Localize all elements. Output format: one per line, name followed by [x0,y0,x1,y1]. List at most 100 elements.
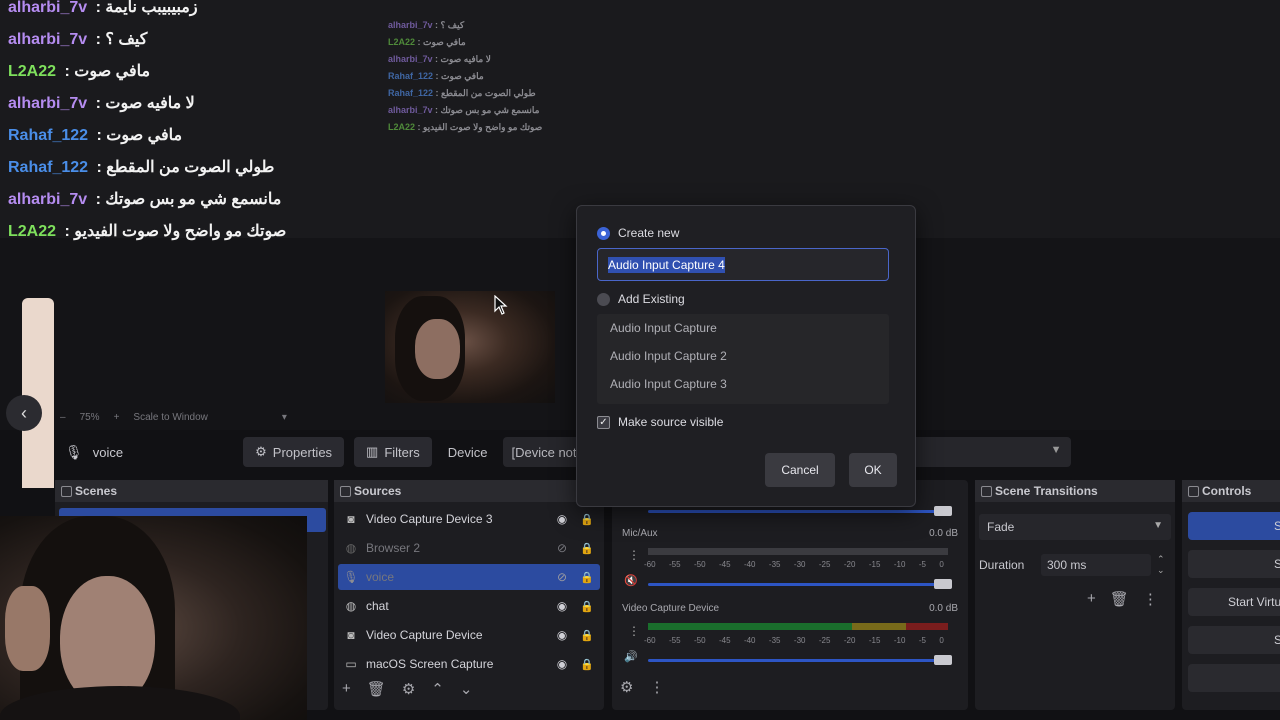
chevron-down-icon[interactable]: ▾ [282,412,287,423]
source-item[interactable]: 🎙 voice ⊘ 🔒 [338,564,600,590]
volume-slider[interactable] [648,655,952,665]
add-existing-option[interactable]: Add Existing [597,290,685,308]
zoom-out-button[interactable]: – [60,412,66,423]
lock-icon[interactable]: 🔒 [580,542,594,555]
meter-scale: -60 -55 -50 -45 -40 -35 -30 -25 -20 -15 -10 -5 0 [644,560,944,569]
mirrored-chat-line: Rahaf_122 : طولي الصوت من المقطع [388,88,536,98]
gear-icon[interactable]: ⚙ [620,678,633,698]
gear-icon: ⚙ [255,444,267,459]
speaker-muted-icon[interactable]: 🔇 [624,574,638,587]
start-recording-button[interactable]: Start Recording [1188,550,1280,578]
trash-icon[interactable]: 🗑 [1110,590,1129,608]
speaker-icon[interactable]: 🔊 [624,650,638,663]
controls-dock: Controls Start Streaming Start Recording… [1182,480,1280,710]
kebab-menu-icon[interactable]: ⋮ [628,548,640,562]
slider-knob[interactable] [934,506,952,516]
chat-overlay: alharbi_7v : زمبيبيبب نايمة alharbi_7v :… [8,0,388,248]
lock-icon[interactable]: 🔒 [580,629,594,642]
chevron-down-icon[interactable]: ⌄ [460,680,473,700]
level-meter [648,548,948,555]
chat-line: L2A22 : صوتك مو واضح ولا صوت الفيديو [8,223,287,240]
mirrored-chat-line [388,0,588,17]
obs-window: alharbi_7v : كيف ؟ L2A22 : مافي صوت alha… [0,0,1280,720]
webcam-overlay [0,516,307,720]
source-item[interactable]: ◍ Browser 2 ⊘ 🔒 [338,535,600,561]
add-icon[interactable]: + [1087,590,1096,608]
duration-row: Duration 300 ms ⌃ ⌄ [979,554,1165,576]
source-name-input[interactable]: Audio Input Capture 4 [597,248,889,281]
mirrored-chat: alharbi_7v : كيف ؟ L2A22 : مافي صوت alha… [388,0,588,136]
scale-mode-select[interactable]: Scale to Window [133,412,207,423]
lock-icon[interactable]: 🔒 [580,513,594,526]
slider-knob[interactable] [934,655,952,665]
cancel-button[interactable]: Cancel [765,453,835,487]
transition-select[interactable]: Fade ▼ [979,514,1171,540]
mirrored-chat-line: alharbi_7v : لا مافيه صوت [388,54,491,64]
scene-transitions-dock: Scene Transitions Fade ▼ Duration 300 ms… [975,480,1175,710]
stepper-icon[interactable]: ⌃ ⌄ [1157,554,1165,576]
mixer-footer: ⚙ ⋮ [612,678,664,698]
eye-hidden-icon[interactable]: ⊘ [554,541,570,555]
controls-button[interactable] [1188,664,1280,692]
existing-sources-list: Audio Input Capture Audio Input Capture … [597,314,889,404]
chat-line: alharbi_7v : زمبيبيبب نايمة [8,0,198,16]
mixer-channel: Mic/Aux 0.0 dB [622,528,958,539]
eye-icon[interactable]: ◉ [554,512,570,526]
source-item[interactable]: ◙ Video Capture Device 3 ◉ 🔒 [338,506,600,532]
lock-icon[interactable]: 🔒 [580,571,594,584]
start-streaming-button[interactable]: Start Streaming [1188,512,1280,540]
eye-icon[interactable]: ◉ [554,628,570,642]
create-new-option[interactable]: Create new [597,224,679,242]
eye-hidden-icon[interactable]: ⊘ [554,570,570,584]
list-item[interactable]: Audio Input Capture [597,314,889,342]
lock-icon[interactable]: 🔒 [580,600,594,613]
volume-slider[interactable] [648,579,952,589]
radio-selected-icon[interactable] [597,226,610,240]
source-item[interactable]: ◙ Video Capture Device ◉ 🔒 [338,622,600,648]
level-meter [648,623,948,630]
zoom-in-button[interactable]: + [114,412,120,423]
chat-line: Rahaf_122 : مافي صوت [8,127,183,144]
mouse-cursor-icon [494,295,508,315]
add-source-dialog: Create new Audio Input Capture 4 Add Exi… [576,205,916,507]
globe-icon: ◍ [345,541,357,555]
eye-icon[interactable]: ◉ [554,657,570,671]
make-visible-row[interactable]: ✓ Make source visible [597,414,723,430]
slider-knob[interactable] [934,579,952,589]
lock-icon[interactable]: 🔒 [580,658,594,671]
device-label: Device [447,444,488,460]
chat-line: Rahaf_122 : طولي الصوت من المقطع [8,159,275,176]
duration-input[interactable]: 300 ms [1041,554,1151,576]
list-item[interactable]: Audio Input Capture 2 [597,342,889,370]
zoom-level: 75% [79,411,100,423]
microphone-icon: 🎙 [65,443,83,460]
filter-icon: ▥ [366,444,379,459]
sources-footer: + 🗑 ⚙ ⌃ ⌄ [334,680,472,700]
start-virtual-camera-button[interactable]: Start Virtual Camera [1188,588,1280,616]
eye-icon[interactable]: ◉ [554,599,570,613]
studio-mode-button[interactable]: Studio Mode [1188,626,1280,654]
chevron-up-icon[interactable]: ⌃ [431,680,444,700]
back-arrow-button[interactable]: ‹ [6,395,42,431]
radio-unselected-icon[interactable] [597,292,610,306]
properties-button[interactable]: ⚙ Properties [243,437,345,467]
webcam-preview-thumbnail [385,291,555,403]
kebab-menu-icon[interactable]: ⋮ [1143,590,1158,608]
chevron-down-icon: ▼ [1153,520,1163,531]
gear-icon[interactable]: ⚙ [402,680,415,700]
add-icon[interactable]: + [342,680,351,700]
decorative-strip [22,298,54,488]
preview-zoom-bar: – 75% + Scale to Window ▾ [60,408,287,426]
volume-slider[interactable] [648,506,952,516]
checkbox-checked-icon[interactable]: ✓ [597,415,610,429]
filters-button[interactable]: ▥ Filters [354,437,432,467]
kebab-menu-icon[interactable]: ⋮ [628,624,640,638]
mixer-channel: Video Capture Device 0.0 dB [622,603,958,614]
kebab-menu-icon[interactable]: ⋮ [649,678,664,698]
preview-overlay-region-right [1050,0,1280,238]
source-item[interactable]: ▭ macOS Screen Capture ◉ 🔒 [338,651,600,677]
trash-icon[interactable]: 🗑 [367,680,386,700]
ok-button[interactable]: OK [849,453,897,487]
source-item[interactable]: ◍ chat ◉ 🔒 [338,593,600,619]
list-item[interactable]: Audio Input Capture 3 [597,370,889,398]
